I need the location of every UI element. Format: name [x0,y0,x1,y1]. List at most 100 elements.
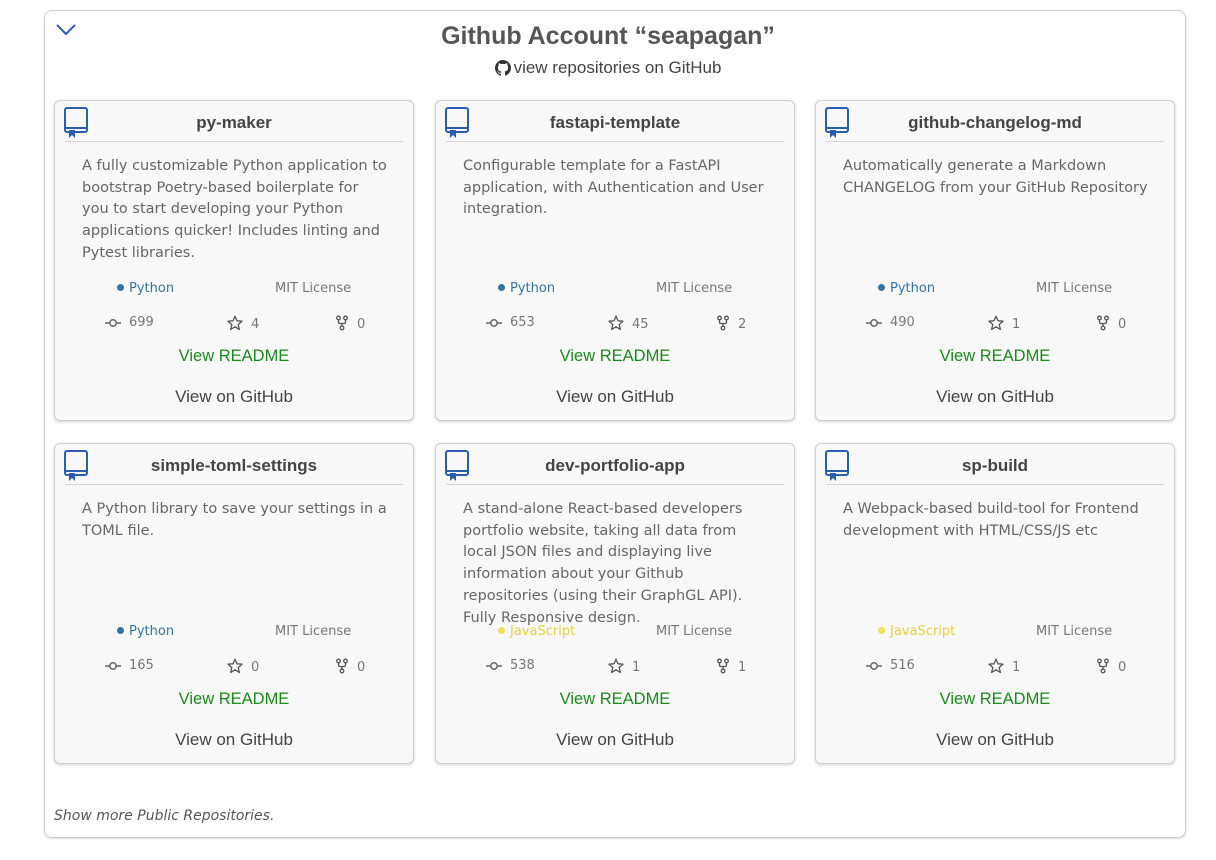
repo-card: sp-build A Webpack-based build-tool for F… [815,443,1175,764]
view-readme-button[interactable]: View README [436,690,794,709]
repo-card: py-maker A fully customizable Python appl… [54,100,414,421]
divider [826,141,1164,142]
repo-description: Automatically generate a Markdown CHANGE… [843,158,1148,196]
view-on-github-button[interactable]: View on GitHub [436,730,794,750]
view-repositories-label: view repositories on GitHub [513,58,722,77]
forks-count: 1 [738,660,747,675]
repo-description: Configurable template for a FastAPI appl… [463,158,764,218]
view-on-github-button[interactable]: View on GitHub [55,387,413,407]
repo-name: simple-toml-settings [150,456,318,475]
view-on-github-button[interactable]: View on GitHub [816,387,1174,407]
language-dot-icon [878,627,885,634]
repo-language-label: Python [510,281,556,296]
forks-stat: 1 [716,658,746,675]
forks-stat: 0 [335,658,365,675]
commit-icon [486,658,510,673]
stars-stat: 45 [608,315,649,332]
commit-icon [105,315,129,330]
fork-icon [716,315,738,332]
divider [65,484,403,485]
repo-license: MIT License [1036,281,1113,296]
view-readme-button[interactable]: View README [816,347,1174,366]
commit-icon [105,658,129,673]
repo-book-icon [824,106,850,140]
repo-meta: JavaScript MIT License [436,624,794,644]
view-on-github-button[interactable]: View on GitHub [55,730,413,750]
repo-license: MIT License [656,624,733,639]
repo-description: A Python library to save your settings i… [82,501,387,539]
repo-language: JavaScript [878,624,955,639]
repo-language: Python [117,624,174,639]
divider [826,484,1164,485]
forks-stat: 2 [716,315,746,332]
repo-language: Python [117,281,174,296]
language-dot-icon [117,627,124,634]
language-dot-icon [498,627,505,634]
repo-book-icon [63,449,89,483]
view-readme-button[interactable]: View README [816,690,1174,709]
commits-count: 490 [890,315,915,330]
stars-stat: 1 [988,315,1020,332]
commit-icon [486,315,510,330]
repo-meta: Python MIT License [436,281,794,301]
stars-stat: 1 [608,658,640,675]
star-icon [227,658,251,675]
view-on-github-button[interactable]: View on GitHub [816,730,1174,750]
view-readme-button[interactable]: View README [436,347,794,366]
repo-card: simple-toml-settings A Python library to … [54,443,414,764]
show-more-link[interactable]: Show more Public Repositories. [54,808,274,824]
star-icon [608,658,632,675]
divider [65,141,403,142]
repo-language-label: JavaScript [510,624,576,639]
commits-count: 538 [510,658,535,673]
repo-meta: Python MIT License [55,624,413,644]
stars-count: 1 [632,660,641,675]
star-icon [227,315,251,332]
view-repositories-link[interactable]: view repositories on GitHub [494,58,722,77]
stars-count: 1 [1012,660,1021,675]
commits-count: 165 [129,658,154,673]
repo-stats: 490 1 0 [816,315,1174,335]
page-title: Github Account “seapagan” [441,22,775,50]
repo-license: MIT License [275,624,352,639]
commits-stat: 699 [105,315,154,330]
language-dot-icon [498,284,505,291]
forks-count: 0 [1118,317,1127,332]
star-icon [608,315,632,332]
commits-stat: 490 [866,315,915,330]
stars-stat: 1 [988,658,1020,675]
repo-card: dev-portfolio-app A stand-alone React-bas… [435,443,795,764]
fork-icon [1096,315,1118,332]
commit-icon [866,658,890,673]
repo-description: A fully customizable Python application … [82,158,387,261]
stars-stat: 4 [227,315,259,332]
forks-stat: 0 [1096,315,1126,332]
view-readme-button[interactable]: View README [55,347,413,366]
view-on-github-button[interactable]: View on GitHub [436,387,794,407]
fork-icon [716,658,738,675]
repo-name: py-maker [196,113,272,132]
star-icon [988,658,1012,675]
commits-stat: 538 [486,658,535,673]
stars-count: 4 [251,317,260,332]
repo-book-icon [824,449,850,483]
stars-count: 1 [1012,317,1021,332]
repo-description: A Webpack-based build-tool for Frontend … [843,501,1139,539]
repo-language-label: Python [129,281,175,296]
repo-name: dev-portfolio-app [545,456,685,475]
repo-name: sp-build [961,456,1029,475]
forks-count: 0 [357,317,366,332]
stars-stat: 0 [227,658,259,675]
repo-language-label: Python [129,624,175,639]
repo-name: github-changelog-md [908,113,1082,132]
repo-description: A stand-alone React-based developers por… [463,501,743,626]
commits-stat: 165 [105,658,154,673]
divider [446,141,784,142]
forks-count: 0 [1118,660,1127,675]
repo-meta: JavaScript MIT License [816,624,1174,644]
repo-card: github-changelog-md Automatically generat… [815,100,1175,421]
divider [446,484,784,485]
view-readme-button[interactable]: View README [55,690,413,709]
language-dot-icon [117,284,124,291]
forks-count: 0 [357,660,366,675]
